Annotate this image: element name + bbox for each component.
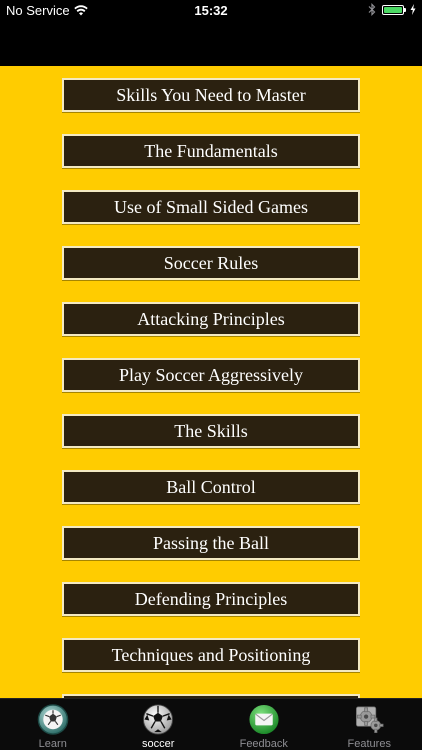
status-right-group xyxy=(368,3,416,16)
tab-learn[interactable]: Learn xyxy=(0,699,106,750)
menu-button-the-fundamentals[interactable]: The Fundamentals xyxy=(62,134,360,168)
gears-icon xyxy=(356,706,384,733)
menu-content: Skills You Need to Master The Fundamenta… xyxy=(0,66,422,698)
charging-bolt-icon xyxy=(410,4,416,15)
menu-button-ball-control[interactable]: Ball Control xyxy=(62,470,360,504)
menu-button-soccer-rules[interactable]: Soccer Rules xyxy=(62,246,360,280)
tab-feedback-label: Feedback xyxy=(239,738,288,750)
learn-ball-icon xyxy=(37,704,69,735)
tab-bar: Learn soccer Feedback Features xyxy=(0,698,422,750)
battery-icon xyxy=(382,4,406,15)
menu-button-defending-principles[interactable]: Defending Principles xyxy=(62,582,360,616)
bluetooth-icon xyxy=(368,3,376,16)
status-time: 15:32 xyxy=(194,3,228,18)
app-screen: No Service 15:32 Skills You Need to Mast… xyxy=(0,0,422,750)
battery-level-fill xyxy=(384,6,402,13)
soccer-ball-icon xyxy=(143,704,174,735)
tab-soccer-label: soccer xyxy=(142,738,175,750)
envelope-icon xyxy=(249,704,279,735)
tab-soccer[interactable]: soccer xyxy=(106,699,212,750)
menu-button-play-soccer-aggressively[interactable]: Play Soccer Aggressively xyxy=(62,358,360,392)
tab-features[interactable]: Features xyxy=(317,699,422,750)
menu-button-the-skills[interactable]: The Skills xyxy=(62,414,360,448)
menu-button-use-of-small-sided-games[interactable]: Use of Small Sided Games xyxy=(62,190,360,224)
menu-button-techniques-and-positioning[interactable]: Techniques and Positioning xyxy=(62,638,360,672)
tab-feedback[interactable]: Feedback xyxy=(211,699,317,750)
menu-button-skills-you-need-to-master[interactable]: Skills You Need to Master xyxy=(62,78,360,112)
tab-learn-label: Learn xyxy=(38,738,67,750)
status-bar: No Service 15:32 xyxy=(0,0,422,22)
menu-button-passing-the-ball[interactable]: Passing the Ball xyxy=(62,526,360,560)
tab-features-label: Features xyxy=(347,738,391,750)
menu-button-attacking-principles[interactable]: Attacking Principles xyxy=(62,302,360,336)
